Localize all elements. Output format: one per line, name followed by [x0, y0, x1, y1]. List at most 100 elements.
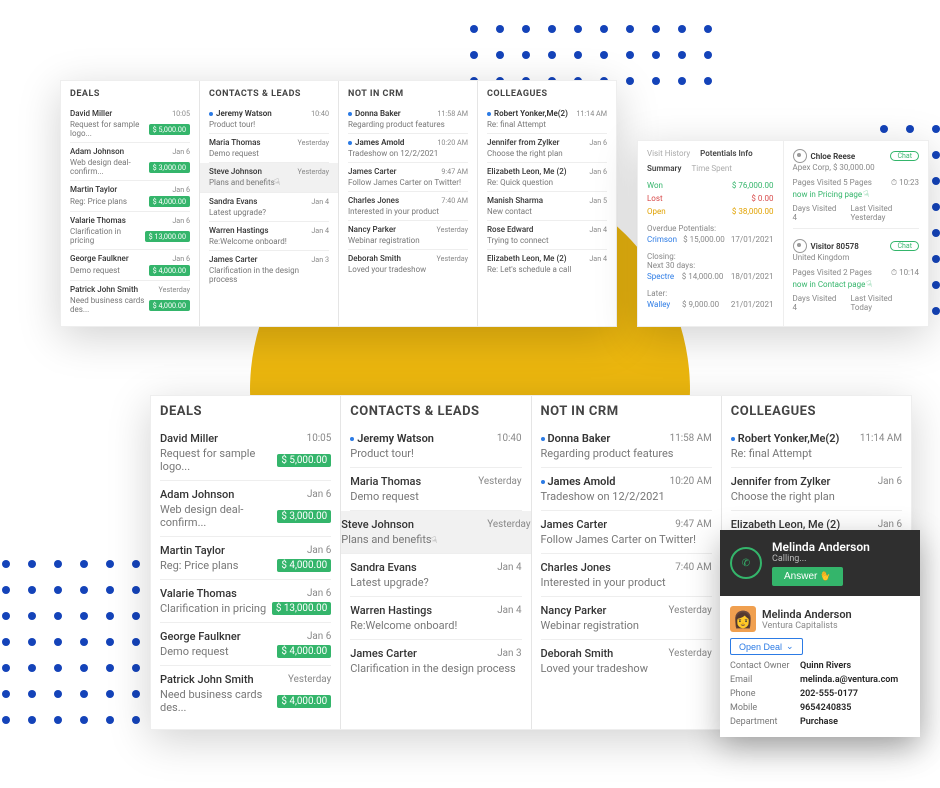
analytics-tabs[interactable]: Visit History Potentials Info [647, 149, 774, 158]
item-name: Warren Hastings [209, 226, 268, 235]
subtab-summary[interactable]: Summary [647, 164, 681, 173]
item-subject: Plans and benefits☟ [341, 533, 437, 546]
item-name: David Miller [160, 432, 218, 445]
list-item[interactable]: Jeremy Watson10:40Product tour! [350, 425, 521, 468]
list-item[interactable]: Nancy ParkerYesterdayWebinar registratio… [348, 221, 468, 250]
list-item[interactable]: Martin TaylorJan 6Reg: Price plans$ 4,00… [70, 181, 190, 212]
list-item[interactable]: Manish SharmaJan 5New contact [487, 192, 607, 221]
list-item[interactable]: Jennifer from ZylkerJan 6Choose the righ… [487, 134, 607, 163]
list-item[interactable]: Donna Baker11:58 AMRegarding product fea… [348, 105, 468, 134]
item-name: Valarie Thomas [160, 587, 237, 600]
list-item[interactable]: Maria ThomasYesterdayDemo request [209, 134, 329, 163]
list-item[interactable]: Nancy ParkerYesterdayWebinar registratio… [541, 597, 712, 640]
potential-name[interactable]: Crimson [647, 235, 677, 244]
potential-amount: $ 9,000.00 [682, 300, 719, 309]
item-name: Valarie Thomas [70, 216, 126, 225]
list-item[interactable]: Sandra EvansJan 4Latest upgrade? [209, 193, 329, 222]
list-item[interactable]: James Carter9:47 AMFollow James Carter o… [541, 511, 712, 554]
summary-value: $ 0.00 [751, 194, 773, 203]
list-item[interactable]: Jennifer from ZylkerJan 6Choose the righ… [731, 468, 902, 511]
list-item[interactable]: James Carter9:47 AMFollow James Carter o… [348, 163, 468, 192]
item-name: Patrick John Smith [70, 285, 138, 294]
list-item[interactable]: Warren HastingsJan 4Re:Welcome onboard! [350, 597, 521, 640]
list-item[interactable]: George FaulknerJan 6Demo request$ 4,000.… [70, 250, 190, 281]
chat-button[interactable]: Chat [890, 151, 919, 161]
list-item[interactable]: George FaulknerJan 6Demo request$ 4,000.… [160, 623, 331, 666]
potential-name[interactable]: Spectre [647, 272, 674, 281]
list-item[interactable]: Robert Yonker,Me(2)11:14 AMRe: final Att… [731, 425, 902, 468]
answer-button[interactable]: Answer ✋ [772, 567, 843, 586]
field-value: 202-555-0177 [800, 689, 910, 699]
item-name: Sandra Evans [209, 197, 257, 206]
item-name: Donna Baker [348, 109, 401, 118]
list-item[interactable]: Patrick John SmithYesterdayNeed business… [70, 281, 190, 318]
item-name: Charles Jones [348, 196, 399, 205]
list-item[interactable]: Adam JohnsonJan 6Web design deal-confirm… [160, 481, 331, 537]
amount-badge: $ 4,000.00 [277, 695, 331, 708]
potential-amount: $ 15,000.00 [683, 235, 725, 244]
list-item[interactable]: Charles Jones7:40 AMInterested in your p… [348, 192, 468, 221]
subtab-timespent[interactable]: Time Spent [691, 164, 731, 173]
list-item[interactable]: Elizabeth Leon, Me (2) Jan 4 Re: Let's sch… [487, 250, 607, 278]
analytics-panel: Visit History Potentials Info Summary Ti… [637, 140, 929, 327]
item-name: Jeremy Watson [350, 432, 434, 445]
list-item[interactable]: Donna Baker11:58 AMRegarding product fea… [541, 425, 712, 468]
list-item[interactable]: Warren HastingsJan 4Re:Welcome onboard! [209, 222, 329, 251]
potential-date: 17/01/2021 [731, 235, 774, 244]
list-item[interactable]: Rose EdwardJan 4Trying to connect [487, 221, 607, 250]
analytics-subtabs[interactable]: Summary Time Spent [647, 164, 774, 173]
item-name: James Amold [348, 138, 404, 147]
cursor-icon: ☟ [863, 189, 872, 200]
item-time: 10:20 AM [670, 476, 712, 487]
list-item[interactable]: Valarie ThomasJan 6Clarification in pric… [70, 212, 190, 250]
item-name: Robert Yonker,Me(2) [731, 432, 840, 445]
list-item[interactable]: David Miller10:05Request for sample logo… [160, 425, 331, 481]
call-status: Calling... [772, 554, 910, 564]
potential-name[interactable]: Walley [647, 300, 670, 309]
list-item[interactable]: Steve JohnsonYesterdayPlans and benefits… [341, 511, 530, 554]
decorative-dots [2, 560, 140, 724]
item-subject: Follow James Carter on Twitter! [541, 533, 696, 546]
item-subject: Re: Let's schedule a call [487, 265, 571, 274]
list-item[interactable]: Charles Jones7:40 AMInterested in your p… [541, 554, 712, 597]
list-item[interactable]: James CarterJan 3Clarification in the de… [209, 251, 329, 288]
field-label: Contact Owner [730, 661, 800, 671]
field-value: 9654240835 [800, 703, 910, 713]
list-item[interactable]: Elizabeth Leon, Me (2)Jan 6Re: Quick que… [487, 163, 607, 192]
list-item[interactable]: Sandra EvansJan 4Latest upgrade? [350, 554, 521, 597]
list-item[interactable]: Robert Yonker,Me(2)11:14 AMRe: final Att… [487, 105, 607, 134]
list-item[interactable]: Steve JohnsonYesterdayPlans and benefits… [200, 163, 338, 193]
field-value[interactable]: melinda.a@ventura.com [800, 675, 910, 685]
list-item[interactable]: Martin TaylorJan 6Reg: Price plans$ 4,00… [160, 537, 331, 580]
item-name: Elizabeth Leon, Me (2) [487, 254, 567, 263]
list-item[interactable]: James CarterJan 3Clarification in the de… [350, 640, 521, 682]
item-time: Jan 4 [589, 254, 607, 263]
potential-date: 21/01/2021 [731, 300, 774, 309]
item-time: Yesterday [437, 225, 468, 234]
tab-potentials-info[interactable]: Potentials Info [700, 149, 752, 158]
item-subject: Demo request [209, 149, 259, 158]
cursor-icon: ☟ [866, 279, 875, 290]
visitor-card: Chloe ReeseChatApex Corp, $ 30,000.00Pag… [793, 149, 920, 229]
item-name: George Faulkner [160, 630, 241, 643]
list-item[interactable]: James Amold10:20 AMTradeshow on 12/2/202… [541, 468, 712, 511]
amount-badge: $ 3,000.00 [277, 510, 331, 523]
amount-badge: $ 4,000.00 [149, 196, 190, 207]
open-deal-button[interactable]: Open Deal ⌄ [730, 638, 803, 655]
list-item[interactable]: Deborah SmithYesterdayLoved your tradesh… [348, 250, 468, 278]
item-subject: Request for sample logo... [160, 447, 273, 473]
list-item[interactable]: Patrick John SmithYesterdayNeed business… [160, 666, 331, 721]
list-item[interactable]: Jeremy Watson10:40Product tour! [209, 105, 329, 134]
list-item[interactable]: Deborah SmithYesterdayLoved your tradesh… [541, 640, 712, 682]
item-time: Yesterday [159, 285, 190, 294]
tab-visit-history[interactable]: Visit History [647, 149, 690, 158]
item-time: 10:20 AM [437, 138, 468, 147]
list-item[interactable]: Valarie ThomasJan 6Clarification in pric… [160, 580, 331, 623]
list-item[interactable]: David Miller10:05Request for sample logo… [70, 105, 190, 143]
list-item[interactable]: James Amold10:20 AMTradeshow on 12/2/202… [348, 134, 468, 163]
list-item[interactable]: Maria ThomasYesterdayDemo request [350, 468, 521, 511]
item-subject: Web design deal-confirm... [160, 503, 273, 529]
list-item[interactable]: Adam JohnsonJan 6Web design deal-confirm… [70, 143, 190, 181]
eye-icon [793, 239, 807, 253]
chat-button[interactable]: Chat [890, 241, 919, 251]
